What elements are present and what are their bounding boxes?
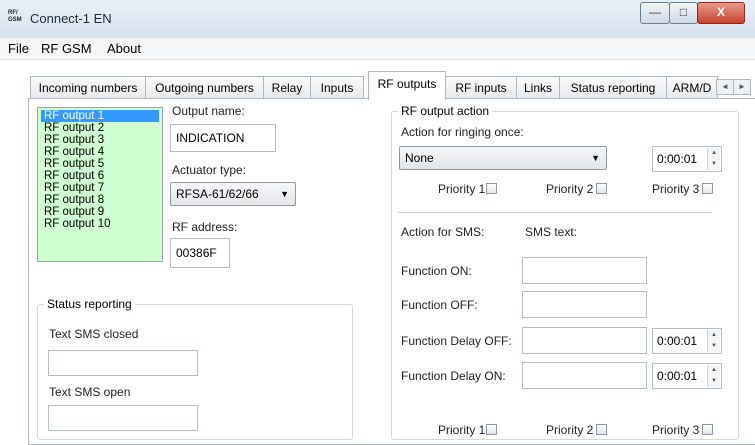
tab-status-reporting[interactable]: Status reporting	[559, 76, 667, 99]
spin-up-icon[interactable]: ▲	[708, 365, 720, 376]
list-item[interactable]: RF output 8	[41, 194, 107, 206]
sms-action-label: Action for SMS:	[401, 225, 485, 239]
tab-scroll-left-icon[interactable]: ◄	[716, 79, 734, 95]
rf-address-input[interactable]: 00386F	[170, 238, 230, 268]
text-sms-closed-input[interactable]	[48, 350, 198, 376]
tab-scroll: ◄ ►	[716, 79, 751, 95]
tab-outgoing-numbers[interactable]: Outgoing numbers	[145, 76, 264, 99]
sms-priority-2-label: Priority 2	[546, 423, 594, 437]
ringing-priority-2-label: Priority 2	[546, 182, 594, 196]
ringing-priority-3-checkbox[interactable]	[702, 183, 713, 194]
tab-arm-d[interactable]: ARM/D	[666, 76, 718, 99]
list-item[interactable]: RF output 5	[41, 158, 107, 170]
ringing-once-value: None	[405, 151, 434, 165]
output-name-label: Output name:	[172, 104, 245, 118]
list-item[interactable]: RF output 1	[41, 110, 159, 122]
function-delay-off-time-value: 0:00:01	[657, 334, 698, 348]
spin-buttons[interactable]: ▲ ▼	[707, 330, 720, 352]
list-item[interactable]: RF output 9	[41, 206, 107, 218]
sms-text-label: SMS text:	[525, 225, 578, 239]
function-delay-off-label: Function Delay OFF:	[401, 334, 512, 348]
menu-rf-gsm[interactable]: RF GSM	[41, 41, 92, 56]
list-item[interactable]: RF output 7	[41, 182, 107, 194]
sms-priority-1-label: Priority 1	[438, 423, 486, 437]
ringing-time-input[interactable]: 0:00:01 ▲ ▼	[652, 146, 722, 172]
function-delay-on-time-value: 0:00:01	[657, 369, 698, 383]
tab-rf-inputs[interactable]: RF inputs	[445, 76, 517, 99]
dropdown-arrow-icon: ▼	[591, 153, 600, 163]
app-icon-text-top: RF/	[8, 10, 18, 16]
spin-down-icon[interactable]: ▼	[708, 341, 720, 352]
rf-address-label: RF address:	[172, 220, 238, 234]
app-icon-text-bottom: GSM	[8, 17, 22, 23]
section-divider	[398, 212, 712, 213]
spin-down-icon[interactable]: ▼	[708, 159, 720, 170]
function-delay-off-input[interactable]	[522, 327, 647, 354]
list-item[interactable]: RF output 4	[41, 146, 107, 158]
minimize-button[interactable]: —	[640, 2, 670, 24]
status-reporting-title: Status reporting	[44, 297, 135, 311]
output-name-input[interactable]: INDICATION	[170, 124, 276, 152]
dropdown-arrow-icon: ▼	[280, 189, 289, 199]
sms-priority-2-checkbox[interactable]	[596, 424, 607, 435]
tab-incoming-numbers[interactable]: Incoming numbers	[30, 76, 146, 99]
function-off-label: Function OFF:	[401, 298, 478, 312]
ringing-once-label: Action for ringing once:	[401, 125, 524, 139]
spin-down-icon[interactable]: ▼	[708, 376, 720, 387]
tab-inputs[interactable]: Inputs	[310, 76, 364, 99]
text-sms-open-input[interactable]	[48, 405, 198, 431]
spin-up-icon[interactable]: ▲	[708, 148, 720, 159]
rf-output-action-title: RF output action	[398, 104, 493, 118]
list-item[interactable]: RF output 3	[41, 134, 107, 146]
function-delay-off-time[interactable]: 0:00:01 ▲ ▼	[652, 328, 722, 354]
menu-about[interactable]: About	[107, 41, 141, 56]
app-icon: RF/ GSM	[8, 10, 24, 26]
function-delay-on-input[interactable]	[522, 362, 647, 389]
rf-outputs-list[interactable]: RF output 1 RF output 2 RF output 3 RF o…	[37, 107, 163, 262]
function-on-input[interactable]	[522, 257, 647, 284]
window-title: Connect-1 EN	[30, 11, 112, 26]
sms-priority-3-label: Priority 3	[652, 423, 700, 437]
ringing-once-select[interactable]: None ▼	[399, 146, 607, 170]
menu-file[interactable]: File	[8, 41, 29, 56]
maximize-button[interactable]: □	[669, 2, 698, 24]
tab-links[interactable]: Links	[516, 76, 560, 99]
text-sms-closed-label: Text SMS closed	[49, 327, 139, 341]
list-item[interactable]: RF output 2	[41, 122, 107, 134]
spin-buttons[interactable]: ▲ ▼	[707, 148, 720, 170]
function-delay-on-time[interactable]: 0:00:01 ▲ ▼	[652, 363, 722, 389]
ringing-priority-1-label: Priority 1	[438, 182, 486, 196]
actuator-type-value: RFSA-61/62/66	[176, 187, 259, 201]
actuator-type-select[interactable]: RFSA-61/62/66 ▼	[170, 182, 296, 206]
spin-buttons[interactable]: ▲ ▼	[707, 365, 720, 387]
function-delay-on-label: Function Delay ON:	[401, 369, 506, 383]
function-off-input[interactable]	[522, 291, 647, 318]
actuator-type-label: Actuator type:	[172, 163, 247, 177]
tab-rf-outputs[interactable]: RF outputs	[368, 71, 446, 100]
sms-priority-1-checkbox[interactable]	[486, 424, 497, 435]
ringing-priority-3-label: Priority 3	[652, 182, 700, 196]
ringing-priority-1-checkbox[interactable]	[486, 183, 497, 194]
list-item[interactable]: RF output 10	[41, 218, 113, 230]
ringing-time-value: 0:00:01	[657, 152, 698, 166]
spin-up-icon[interactable]: ▲	[708, 330, 720, 341]
tab-relay[interactable]: Relay	[263, 76, 311, 99]
list-item[interactable]: RF output 6	[41, 170, 107, 182]
ringing-priority-2-checkbox[interactable]	[596, 183, 607, 194]
function-on-label: Function ON:	[401, 264, 472, 278]
tab-scroll-right-icon[interactable]: ►	[733, 79, 751, 95]
close-button[interactable]: X	[697, 2, 745, 24]
text-sms-open-label: Text SMS open	[49, 385, 131, 399]
sms-priority-3-checkbox[interactable]	[702, 424, 713, 435]
